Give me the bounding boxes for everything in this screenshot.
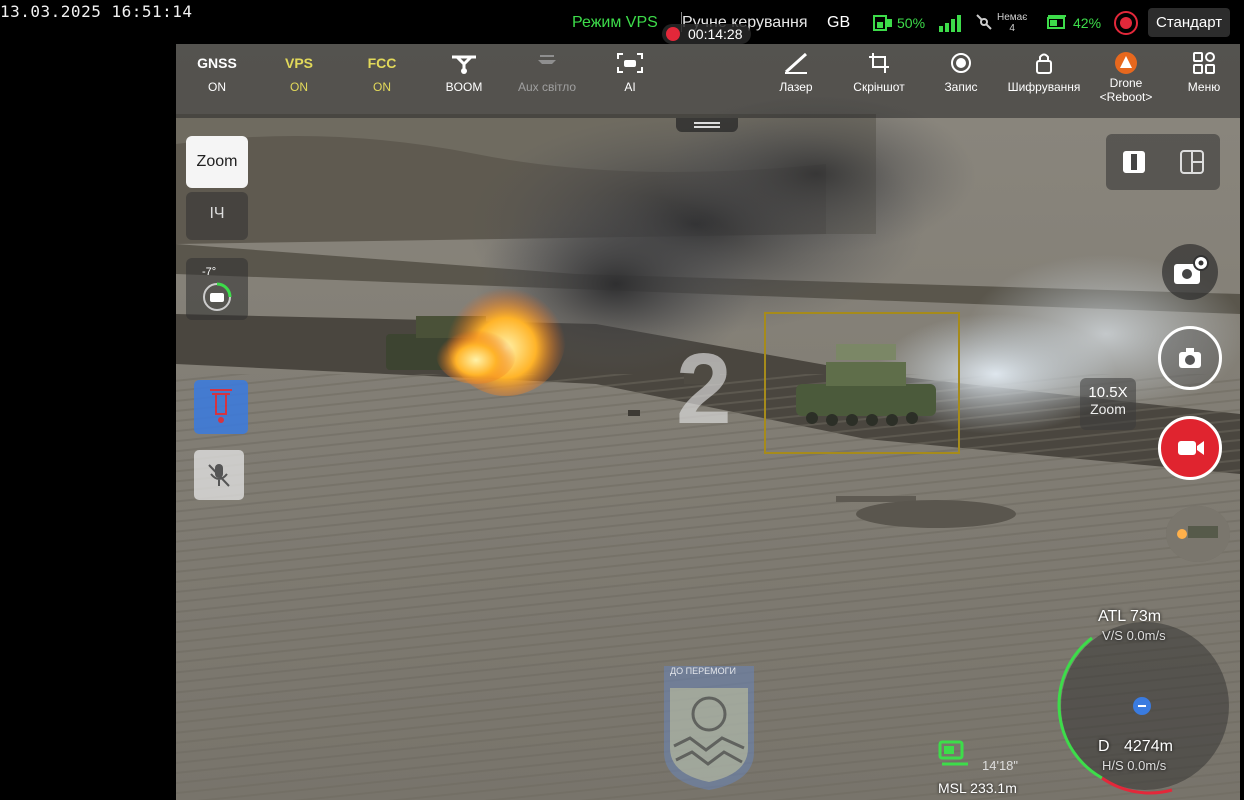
record-toolbar-button[interactable]: Запис [916,52,1006,94]
zoom-level-value: 10.5X [1088,384,1128,401]
drone-reboot-label-1: Drone [1109,76,1143,90]
screenshot-button[interactable]: Скріншот [834,52,924,94]
video-record-button[interactable] [1158,416,1222,480]
atl-readout: ATL 73m [1098,608,1162,625]
recording-timer: 00:14:28 [688,26,743,42]
record-circle-icon [951,53,971,73]
crop-icon [869,53,889,73]
drone-drop-icon [452,55,476,74]
ir-lens-button[interactable]: IЧ [186,192,248,240]
zoom-button[interactable]: Zoom [186,136,248,188]
laser-label: Лазер [779,80,813,94]
encryption-button[interactable]: Шифрування [999,52,1089,94]
warning-alert-icon[interactable] [1113,10,1139,41]
camera-settings-button[interactable] [1162,244,1218,300]
timestamp: 13.03.2025 16:51:14 [0,2,193,21]
top-toolbar: GNSS ON VPS ON FCC ON BOOM Aux світло AI… [176,44,1240,118]
fcc-state: ON [373,80,391,94]
distance-value: 4274m [1124,738,1173,755]
ai-label: AI [624,80,636,94]
screenshot-label: Скріншот [853,80,905,94]
horizontal-speed: H/S 0.0m/s [1102,758,1167,773]
menu-label: Меню [1187,80,1221,94]
split-view-icon[interactable] [1178,148,1206,176]
lock-icon [1036,53,1052,74]
satellite-status: Немає 4 [974,12,1027,34]
gimbal-camera-icon [203,282,232,311]
recording-indicator: 00:14:28 [662,24,751,44]
gnss-state: ON [208,80,226,94]
fcc-label: FCC [367,55,397,71]
light-icon [538,55,556,64]
emblem-text: ДО ПЕРЕМОГИ [670,666,736,676]
flight-time: 14'18" [982,758,1019,773]
laser-ruler-icon [784,52,808,74]
gnss-toggle[interactable]: GNSS ON [176,52,262,94]
vps-label: VPS [284,55,313,71]
storage-unit: GB [827,14,851,31]
camera-icon [1179,348,1201,368]
camera-feed[interactable]: GNSS ON VPS ON FCC ON BOOM Aux світло AI… [176,44,1240,800]
vertical-speed: V/S 0.0m/s [1102,628,1166,643]
ai-button[interactable]: AI [585,52,675,94]
drone-reboot-label-2: <Reboot> [1099,90,1153,104]
signal-strength-icon [938,14,964,37]
vps-toggle[interactable]: VPS ON [254,52,344,94]
aux-light-button[interactable]: Aux світло [502,52,592,94]
toolbar-drag-handle[interactable] [676,118,738,132]
mute-microphone-button[interactable] [194,450,244,500]
unit-emblem-logo [664,666,754,790]
zoom-level-label: Zoom [1090,401,1126,417]
gnss-label: GNSS [197,55,237,71]
boom-label: BOOM [445,80,483,94]
record-label: Запис [944,80,978,94]
battery-time-icon [938,740,968,766]
playback-thumbnail[interactable] [1166,506,1230,562]
warning-triangle-icon [1115,52,1137,74]
drone-battery-icon [1047,15,1066,29]
view-layout-switcher [1106,134,1220,190]
gimbal-indicator[interactable]: -7° [186,258,248,320]
telemetry-panel: ATL 73m V/S 0.0m/s D 4274m H/S 0.0m/s [1052,608,1238,800]
single-view-icon[interactable] [1120,148,1148,176]
camera-settings-icon [1174,255,1209,284]
drone-reboot-button[interactable]: Drone <Reboot> [1081,52,1171,104]
satellite-icon [976,14,992,30]
mic-off-icon [208,464,230,487]
fcc-toggle[interactable]: FCC ON [337,52,427,94]
satellite-status-text: Немає [997,12,1028,23]
overlay-number: 2 [676,333,732,445]
distance-label: D [1098,738,1110,755]
rc-battery-value: 50% [897,15,926,31]
menu-grid-icon [1193,52,1215,74]
thumbnail-preview [1166,506,1230,562]
zoom-level-readout[interactable]: 10.5X Zoom [1080,378,1136,430]
record-dot-icon [666,27,680,41]
aux-light-label: Aux світло [517,80,577,94]
menu-button[interactable]: Меню [1159,52,1240,94]
msl-readout: MSL 233.1m [938,780,1017,796]
boom-button[interactable]: BOOM [419,52,509,94]
gimbal-angle: -7° [202,266,217,278]
encryption-label: Шифрування [1007,80,1081,94]
laser-button[interactable]: Лазер [751,52,841,94]
payload-release-icon [210,389,232,423]
video-camera-icon [1178,441,1204,455]
rc-battery: 50% [872,14,925,32]
flight-preset-button[interactable]: Стандарт [1148,8,1231,37]
satellite-count: 4 [1009,23,1015,34]
drone-battery-value: 42% [1073,15,1102,31]
flight-mode[interactable]: Режим VPS [572,14,658,32]
controller-battery-icon [873,15,892,31]
ai-detection-icon [617,53,643,73]
tracking-target-box[interactable] [764,312,960,454]
vps-state: ON [290,80,308,94]
photo-shutter-button[interactable] [1158,326,1222,390]
drop-payload-button[interactable] [194,380,248,434]
drone-battery: 42% [1046,14,1101,32]
